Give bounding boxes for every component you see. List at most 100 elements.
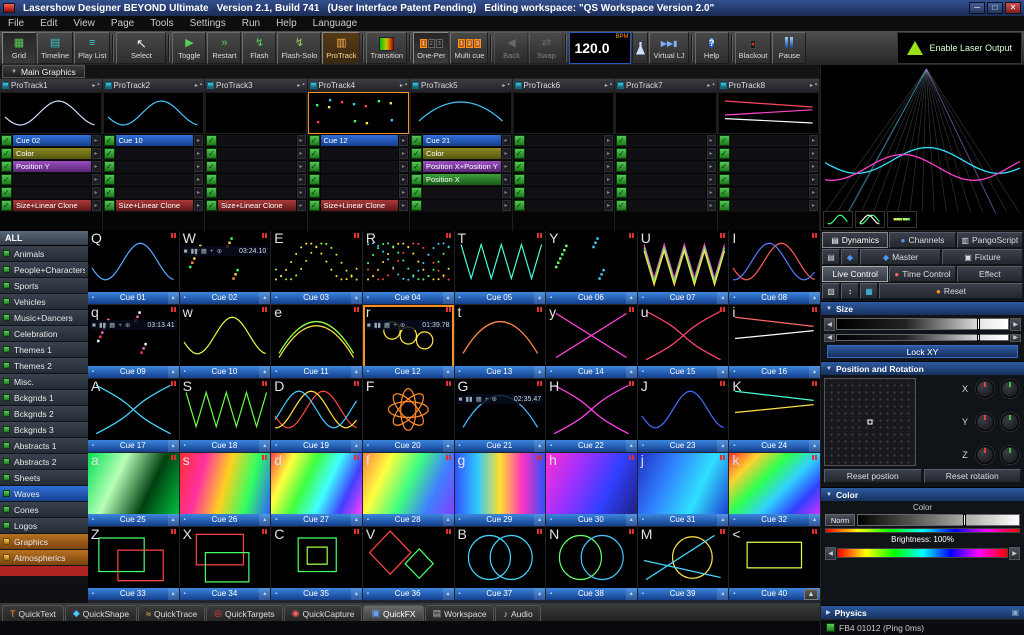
cue-bar-button[interactable]: ▴ xyxy=(443,292,454,304)
cue-bar-button[interactable]: ▴ xyxy=(534,514,545,526)
beaker-button[interactable] xyxy=(632,32,648,64)
cue-bar[interactable]: ▪Cue 10▴ xyxy=(180,366,271,378)
menu-help[interactable]: Help xyxy=(268,16,305,31)
cue-cell-cue-30[interactable]: h▪Cue 30▴ xyxy=(546,453,637,526)
cue-cell-cue-21[interactable]: G■▮▮▦+⊕02:35.47▪Cue 21▴ xyxy=(455,379,546,452)
track-row-empty[interactable]: ✓▸ xyxy=(205,160,307,173)
arrows-button[interactable]: ↕ xyxy=(841,283,859,299)
cue-bar[interactable]: ▪Cue 37▴ xyxy=(455,588,546,600)
cue-bar-button[interactable]: ▴ xyxy=(534,440,545,452)
row-expand-button[interactable]: ▸ xyxy=(502,200,511,211)
grid-icon[interactable]: ▦ xyxy=(476,395,482,403)
menu-file[interactable]: File xyxy=(0,16,32,31)
track-row-empty[interactable]: ✓▸ xyxy=(308,147,410,160)
track-stop-button[interactable]: ▪ xyxy=(610,82,612,89)
tab-quicktrace[interactable]: ≈QuickTrace xyxy=(138,605,205,621)
multi-cue-button[interactable]: 123Multi cue xyxy=(450,32,488,64)
cue-bar[interactable]: ▪Cue 03▴ xyxy=(271,292,362,304)
row-expand-button[interactable]: ▸ xyxy=(809,161,818,172)
category-sheets[interactable]: Sheets xyxy=(0,470,88,486)
row-expand-button[interactable]: ▸ xyxy=(809,135,818,146)
cue-bar[interactable]: ▪Cue 34▴ xyxy=(180,588,271,600)
pause-icon[interactable]: ▮▮ xyxy=(374,321,381,329)
track-row-empty[interactable]: ✓▸ xyxy=(718,173,820,186)
cue-bar-button[interactable]: ▴ xyxy=(809,366,820,378)
category-celebration[interactable]: Celebration xyxy=(0,326,88,342)
cue-bar[interactable]: ▪Cue 12▴ xyxy=(363,366,454,378)
pause-icon[interactable]: ▮▮ xyxy=(465,395,472,403)
cue-bar-button[interactable]: ▴ xyxy=(168,366,179,378)
grayscale-slider[interactable] xyxy=(857,514,1020,526)
track-row-empty[interactable]: ✓▸ xyxy=(410,186,512,199)
slider-right-button[interactable]: ▶ xyxy=(1010,334,1021,342)
check-icon[interactable]: ✓ xyxy=(206,187,217,198)
cue-bar[interactable]: ▪Cue 38▴ xyxy=(546,588,637,600)
cue-cell-cue-16[interactable]: i▪Cue 16▴ xyxy=(729,305,820,378)
cue-cell-cue-14[interactable]: y▪Cue 14▴ xyxy=(546,305,637,378)
cue-bar[interactable]: ▪Cue 09▴ xyxy=(88,366,179,378)
cue-bar[interactable]: ▪Cue 27▴ xyxy=(271,514,362,526)
check-icon[interactable]: ✓ xyxy=(514,148,525,159)
track-row-position[interactable]: ✓Position Y▸ xyxy=(0,160,102,173)
row-expand-button[interactable]: ▸ xyxy=(604,135,613,146)
cue-bar[interactable]: ▪Cue 26▴ xyxy=(180,514,271,526)
row-expand-button[interactable]: ▸ xyxy=(502,148,511,159)
check-icon[interactable]: ✓ xyxy=(411,187,422,198)
effect-tab[interactable]: Effect xyxy=(957,266,1023,282)
cue-bar-button[interactable]: ▴ xyxy=(259,292,270,304)
track-row-empty[interactable]: ✓▸ xyxy=(513,134,615,147)
check-icon[interactable]: ✓ xyxy=(616,161,627,172)
track-row-empty[interactable]: ✓▸ xyxy=(615,147,717,160)
gradient-button[interactable]: ▦ xyxy=(860,283,878,299)
row-expand-button[interactable]: ▸ xyxy=(604,174,613,185)
track-row-cue[interactable]: ✓Cue 02▸ xyxy=(0,134,102,147)
check-icon[interactable]: ✓ xyxy=(104,200,115,211)
pause-button[interactable]: Pause xyxy=(772,32,806,64)
check-icon[interactable]: ✓ xyxy=(206,200,217,211)
row-expand-button[interactable]: ▸ xyxy=(194,200,203,211)
check-icon[interactable]: ✓ xyxy=(309,148,320,159)
select-button[interactable]: ↖Select xyxy=(116,32,166,64)
plus-icon[interactable]: + xyxy=(210,248,214,255)
tab-quickcapture[interactable]: ◉QuickCapture xyxy=(284,605,363,621)
check-icon[interactable]: ✓ xyxy=(104,187,115,198)
cue-bar[interactable]: ▪Cue 13▴ xyxy=(455,366,546,378)
slider-right-button[interactable]: ▶ xyxy=(1010,318,1021,331)
track-preview[interactable] xyxy=(308,92,410,134)
cue-cell-cue-06[interactable]: Y▪Cue 06▴ xyxy=(546,231,637,304)
track-preview[interactable] xyxy=(718,92,820,134)
track-row-empty[interactable]: ✓▸ xyxy=(103,147,205,160)
track-row-empty[interactable]: ✓▸ xyxy=(718,147,820,160)
cue-cell-cue-10[interactable]: w▪Cue 10▴ xyxy=(180,305,271,378)
track-play-button[interactable]: ▸ xyxy=(605,82,608,89)
size-slider[interactable] xyxy=(836,318,1009,330)
row-expand-button[interactable]: ▸ xyxy=(707,135,716,146)
cue-bar-button[interactable]: ▴ xyxy=(626,366,637,378)
check-icon[interactable]: ✓ xyxy=(514,161,525,172)
row-expand-button[interactable]: ▸ xyxy=(604,187,613,198)
cue-playback-controls[interactable]: ■▮▮▦+⊕03:13.41 xyxy=(90,320,177,330)
cue-cell-cue-32[interactable]: k▪Cue 32▴ xyxy=(729,453,820,526)
row-expand-button[interactable]: ▸ xyxy=(809,200,818,211)
check-icon[interactable]: ✓ xyxy=(309,200,320,211)
cue-bar-button[interactable]: ▴ xyxy=(351,292,362,304)
cue-bar-button[interactable]: ▴ xyxy=(626,588,637,600)
cue-bar-button[interactable]: ▴ xyxy=(717,588,728,600)
track-row-empty[interactable]: ✓▸ xyxy=(615,134,717,147)
minimize-button[interactable]: ─ xyxy=(969,2,985,14)
cue-cell-cue-35[interactable]: C▪Cue 35▴ xyxy=(271,527,362,600)
track-row-cue[interactable]: ✓Cue 21▸ xyxy=(410,134,512,147)
check-icon[interactable]: ✓ xyxy=(514,174,525,185)
cue-cell-cue-36[interactable]: V▪Cue 36▴ xyxy=(363,527,454,600)
check-icon[interactable]: ✓ xyxy=(1,187,12,198)
position-rotation-section-header[interactable]: ▼ Position and Rotation xyxy=(821,361,1024,375)
physics-section-header[interactable]: ▶ Physics ▣ xyxy=(821,605,1024,619)
track-row-empty[interactable]: ✓▸ xyxy=(615,160,717,173)
size-section-header[interactable]: ▼ Size xyxy=(821,301,1024,315)
menu-language[interactable]: Language xyxy=(305,16,366,31)
cue-cell-cue-39[interactable]: M▪Cue 39▴ xyxy=(638,527,729,600)
reset-position-button[interactable]: Reset postion xyxy=(824,469,922,483)
cue-bar[interactable]: ▪Cue 24▴ xyxy=(729,440,820,452)
row-expand-button[interactable]: ▸ xyxy=(707,161,716,172)
cue-bar[interactable]: ▪Cue 16▴ xyxy=(729,366,820,378)
